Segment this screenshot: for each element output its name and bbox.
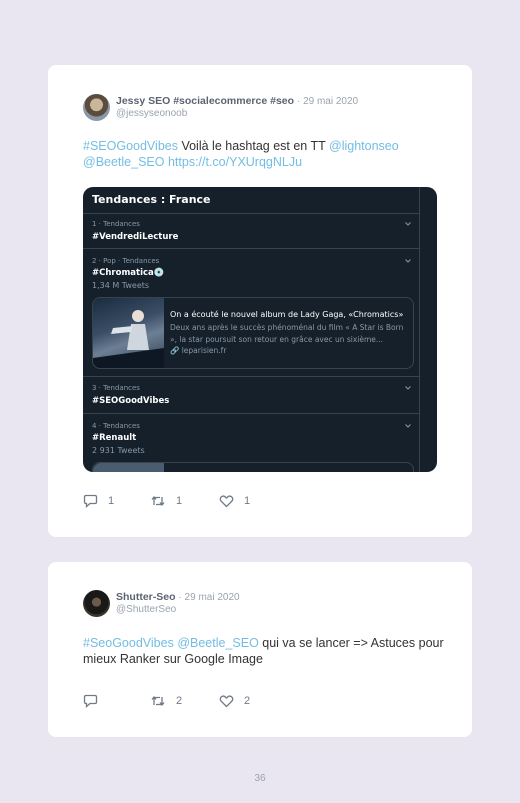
trend-tag: #Chromatica: [92, 268, 154, 278]
disc-emoji-icon: 💿: [153, 268, 165, 278]
page-number: 36: [254, 773, 266, 784]
tweet-text: #SEOGoodVibes Voilà le hashtag est en TT…: [83, 139, 453, 170]
performer-image: [93, 310, 164, 368]
news-source[interactable]: 🔗 leparisien.fr: [170, 346, 226, 355]
avatar[interactable]: [83, 94, 110, 121]
embedded-screenshot[interactable]: Tendances : France 1 · Tendances #Vendre…: [83, 187, 437, 472]
tweet-card-2: Shutter-Seo · 29 mai 2020 @ShutterSeo #S…: [48, 562, 472, 737]
news-title: On a écouté le nouvel album de Lady Gaga…: [170, 310, 404, 319]
chevron-down-icon[interactable]: [405, 221, 411, 227]
news-card[interactable]: On a écouté le nouvel album de Lady Gaga…: [92, 297, 414, 369]
reply-button[interactable]: [83, 694, 108, 708]
trend-meta: 2 · Pop · Tendances: [92, 257, 160, 265]
avatar[interactable]: [83, 590, 110, 617]
divider: [83, 248, 419, 249]
author-name[interactable]: Jessy SEO #socialecommerce #seo: [116, 95, 294, 107]
trend-tag-line[interactable]: #Chromatica💿: [92, 268, 164, 278]
retweet-button[interactable]: 2: [150, 694, 182, 708]
author-handle[interactable]: @jessyseonoob: [116, 108, 187, 119]
tweet-actions: 2 2: [83, 694, 383, 710]
trends-title: Tendances : France: [92, 193, 211, 206]
tweet-body: Voilà le hashtag est en TT: [177, 139, 330, 153]
retweet-icon: [151, 695, 165, 707]
mention-link[interactable]: @lightonseo: [329, 139, 399, 153]
heart-icon: [219, 495, 234, 508]
trend-meta: 4 · Tendances: [92, 422, 140, 430]
divider: [83, 413, 419, 414]
author-name[interactable]: Shutter-Seo: [116, 591, 176, 603]
author-handle[interactable]: @ShutterSeo: [116, 604, 176, 615]
chevron-down-icon[interactable]: [405, 423, 411, 429]
heart-icon: [219, 695, 234, 708]
author-line: Jessy SEO #socialecommerce #seo · 29 mai…: [116, 95, 358, 107]
trend-meta: 3 · Tendances: [92, 384, 140, 392]
news-image: [93, 463, 164, 472]
mention-link[interactable]: @Beetle_SEO: [177, 636, 258, 650]
url-link[interactable]: https://t.co/YXUrqgNLJu: [168, 155, 302, 169]
trend-tag[interactable]: #SEOGoodVibes: [92, 396, 169, 406]
news-snippet: Deux ans après le succès phénoménal du f…: [170, 323, 404, 344]
trends-header: Tendances : France: [83, 187, 419, 214]
hashtag-link[interactable]: #SEOGoodVibes: [83, 139, 178, 153]
retweet-count: 1: [176, 495, 183, 507]
like-button[interactable]: 2: [219, 694, 250, 708]
reply-icon: [83, 494, 98, 508]
like-count: 1: [244, 495, 251, 507]
like-button[interactable]: 1: [219, 494, 250, 508]
retweet-icon: [151, 495, 165, 507]
hashtag-link[interactable]: #SeoGoodVibes: [83, 636, 174, 650]
mention-link[interactable]: @Beetle_SEO: [83, 155, 164, 169]
chevron-down-icon[interactable]: [405, 385, 411, 391]
divider: [419, 187, 420, 472]
chevron-down-icon[interactable]: [405, 258, 411, 264]
trend-meta: 1 · Tendances: [92, 220, 140, 228]
trend-tag[interactable]: #VendrediLecture: [92, 232, 178, 242]
trend-count: 2 931 Tweets: [92, 446, 145, 455]
retweet-button[interactable]: 1: [150, 494, 182, 508]
reply-count: 1: [108, 495, 115, 507]
tweet-date[interactable]: · 29 mai 2020: [178, 592, 239, 603]
tweet-date[interactable]: · 29 mai 2020: [297, 96, 358, 107]
reply-button[interactable]: 1: [83, 494, 114, 508]
author-line: Shutter-Seo · 29 mai 2020: [116, 591, 240, 603]
tweet-actions: 1 1 1: [83, 494, 383, 510]
trend-count: 1,34 M Tweets: [92, 281, 150, 290]
tweet-text: #SeoGoodVibes @Beetle_SEO qui va se lanc…: [83, 636, 453, 667]
retweet-count: 2: [176, 695, 183, 707]
news-card-partial: [92, 462, 414, 472]
reply-icon: [83, 694, 98, 708]
news-image: [93, 298, 164, 368]
divider: [83, 376, 419, 377]
tweet-card-1: Jessy SEO #socialecommerce #seo · 29 mai…: [48, 65, 472, 537]
trend-tag[interactable]: #Renault: [92, 433, 136, 443]
like-count: 2: [244, 695, 251, 707]
